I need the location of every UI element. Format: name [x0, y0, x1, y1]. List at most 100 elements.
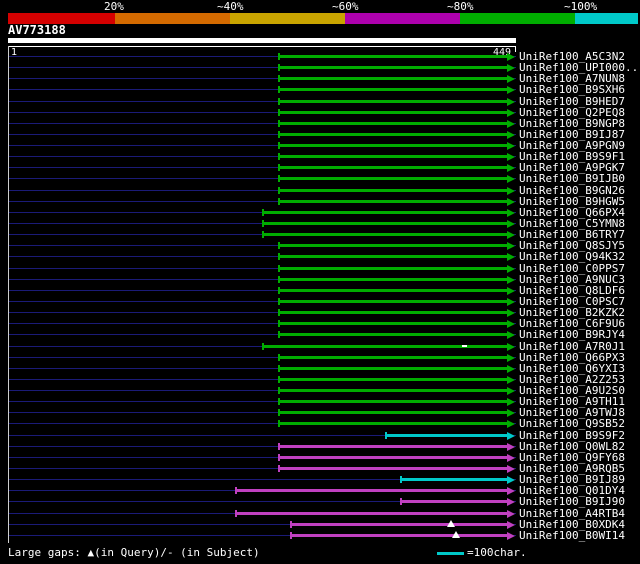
hit-alignment-bar[interactable] — [262, 345, 507, 348]
hit-start-tick — [278, 53, 280, 60]
hit-arrow-icon — [507, 409, 515, 417]
hit-arrow-icon — [507, 287, 515, 295]
hit-start-tick — [278, 242, 280, 249]
hit-alignment-bar[interactable] — [278, 356, 507, 359]
hit-arrow-icon — [507, 465, 515, 473]
hit-arrow-icon — [507, 443, 515, 451]
hit-alignment-bar[interactable] — [278, 66, 507, 69]
hit-alignment-bar[interactable] — [278, 200, 507, 203]
hit-arrow-icon — [507, 109, 515, 117]
hit-alignment-bar[interactable] — [278, 111, 507, 114]
hit-label[interactable]: UniRef100_B0WI14 — [519, 530, 625, 541]
hit-alignment-bar[interactable] — [278, 422, 507, 425]
hit-alignment-bar[interactable] — [278, 155, 507, 158]
hit-alignment-bar[interactable] — [278, 189, 507, 192]
gap-in-subject-icon — [462, 345, 467, 347]
hit-start-tick — [278, 365, 280, 372]
hit-alignment-bar[interactable] — [278, 289, 507, 292]
hit-alignment-bar[interactable] — [278, 177, 507, 180]
hit-alignment-bar[interactable] — [278, 367, 507, 370]
hit-alignment-bar[interactable] — [385, 434, 507, 437]
hit-alignment-bar[interactable] — [278, 88, 507, 91]
hit-alignment-bar[interactable] — [400, 478, 507, 481]
hit-alignment-bar[interactable] — [278, 389, 507, 392]
hit-alignment-bar[interactable] — [290, 534, 507, 537]
hit-label[interactable]: UniRef100_B9IJB0 — [519, 173, 625, 184]
hit-label[interactable]: UniRef100_Q94K32 — [519, 251, 625, 262]
hit-alignment-bar[interactable] — [278, 278, 507, 281]
hit-alignment-bar[interactable] — [278, 255, 507, 258]
hit-start-tick — [278, 309, 280, 316]
hit-start-tick — [278, 398, 280, 405]
hit-start-tick — [278, 142, 280, 149]
hit-alignment-bar[interactable] — [278, 166, 507, 169]
hit-alignment-bar[interactable] — [278, 133, 507, 136]
hit-arrow-icon — [507, 343, 515, 351]
hit-arrow-icon — [507, 320, 515, 328]
hit-alignment-bar[interactable] — [278, 77, 507, 80]
gap-in-query-icon — [447, 520, 455, 527]
hit-alignment-bar[interactable] — [278, 55, 507, 58]
hit-alignment-bar[interactable] — [235, 489, 507, 492]
hit-alignment-bar[interactable] — [262, 222, 507, 225]
hit-alignment-bar[interactable] — [278, 311, 507, 314]
hit-alignment-bar[interactable] — [278, 467, 507, 470]
hit-arrow-icon — [507, 131, 515, 139]
hit-label[interactable]: UniRef100_B9IJ90 — [519, 496, 625, 507]
hit-start-tick — [235, 487, 237, 494]
hit-arrow-icon — [507, 476, 515, 484]
hit-arrow-icon — [507, 398, 515, 406]
hit-arrow-icon — [507, 86, 515, 94]
hit-start-tick — [400, 498, 402, 505]
hit-start-tick — [278, 253, 280, 260]
hit-alignment-bar[interactable] — [278, 100, 507, 103]
hit-start-tick — [278, 86, 280, 93]
hit-start-tick — [278, 164, 280, 171]
legend-scale-line-icon — [437, 552, 464, 555]
hit-start-tick — [278, 409, 280, 416]
hit-alignment-bar[interactable] — [235, 512, 507, 515]
legend-gaps-text: Large gaps: ▲(in Query)/- (in Subject) — [8, 546, 260, 559]
hit-arrow-icon — [507, 510, 515, 518]
hit-start-tick — [278, 120, 280, 127]
hit-start-tick — [385, 432, 387, 439]
hit-arrow-icon — [507, 120, 515, 128]
hit-alignment-bar[interactable] — [278, 378, 507, 381]
hit-label[interactable]: UniRef100_Q9SB52 — [519, 418, 625, 429]
hit-start-tick — [278, 187, 280, 194]
hit-alignment-bar[interactable] — [278, 244, 507, 247]
hit-arrow-icon — [507, 276, 515, 284]
hit-alignment-bar[interactable] — [278, 267, 507, 270]
hit-row: UniRef100_Q94K32 — [0, 251, 640, 262]
hit-alignment-bar[interactable] — [278, 400, 507, 403]
hit-arrow-icon — [507, 521, 515, 529]
hit-arrow-icon — [507, 53, 515, 61]
hit-alignment-bar[interactable] — [278, 411, 507, 414]
hit-label[interactable]: UniRef100_B9RJY4 — [519, 329, 625, 340]
hit-alignment-bar[interactable] — [278, 322, 507, 325]
hit-start-tick — [278, 387, 280, 394]
hit-start-tick — [278, 465, 280, 472]
hit-alignment-bar[interactable] — [278, 300, 507, 303]
hit-start-tick — [278, 265, 280, 272]
hit-alignment-bar[interactable] — [400, 500, 507, 503]
hit-row: UniRef100_B9SXH6 — [0, 84, 640, 95]
hit-start-tick — [400, 476, 402, 483]
hit-alignment-bar[interactable] — [262, 233, 507, 236]
hit-alignment-bar[interactable] — [262, 211, 507, 214]
hit-alignment-bar[interactable] — [278, 456, 507, 459]
hit-alignment-bar[interactable] — [278, 144, 507, 147]
hit-arrow-icon — [507, 532, 515, 540]
hit-label[interactable]: UniRef100_B9SXH6 — [519, 84, 625, 95]
hit-alignment-bar[interactable] — [290, 523, 507, 526]
hit-arrow-icon — [507, 454, 515, 462]
hit-alignment-bar[interactable] — [278, 445, 507, 448]
hit-row: UniRef100_B9IJB0 — [0, 173, 640, 184]
hit-start-tick — [235, 510, 237, 517]
hit-start-tick — [278, 376, 280, 383]
hit-alignment-bar[interactable] — [278, 333, 507, 336]
hit-start-tick — [290, 521, 292, 528]
hit-alignment-bar[interactable] — [278, 122, 507, 125]
hit-row: UniRef100_B9RJY4 — [0, 329, 640, 340]
hit-row: UniRef100_B0WI14 — [0, 530, 640, 541]
